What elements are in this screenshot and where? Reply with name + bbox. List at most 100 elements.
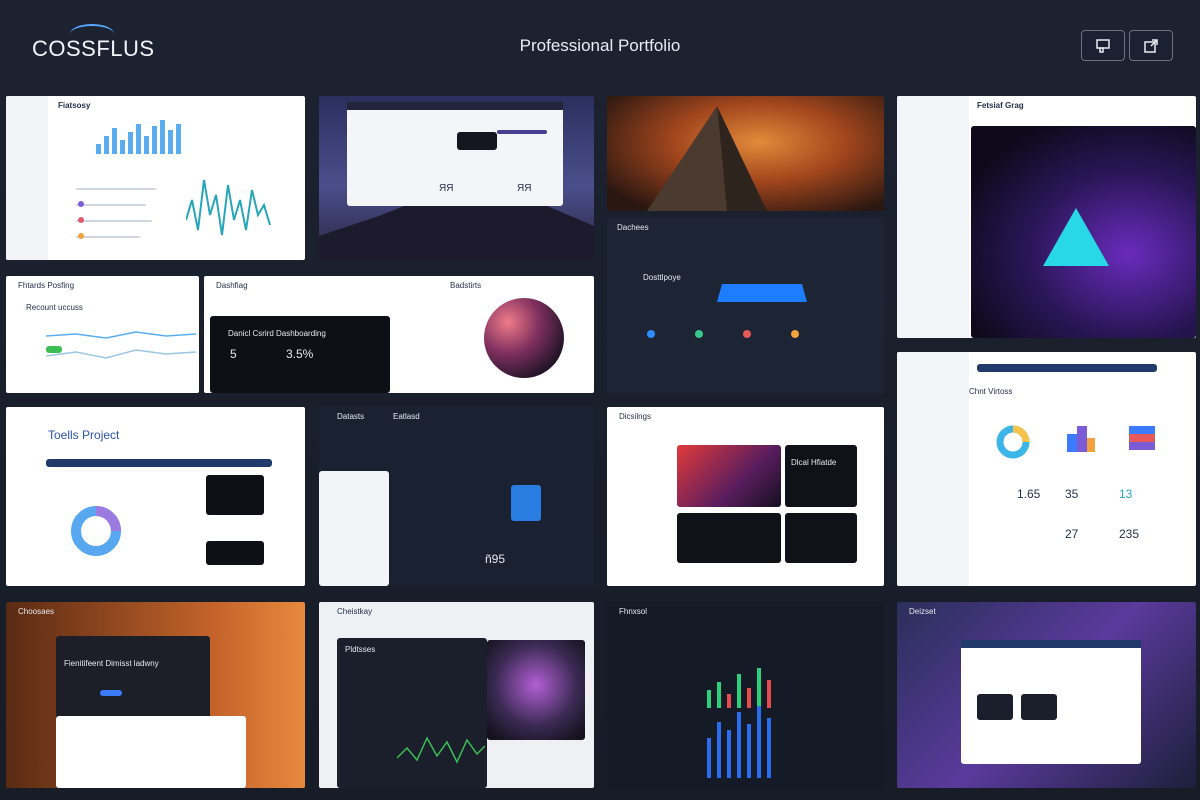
dashboard-window: ЯЯ ЯЯ (347, 102, 563, 206)
top-bar (46, 459, 272, 467)
image-card (977, 694, 1013, 720)
wave-panel (971, 126, 1196, 338)
dark-panel: Danicl Csrird Dashboarding 5 3.5% (210, 316, 390, 393)
tile-label: Fhtards Posfing (18, 281, 75, 290)
dark-panel (677, 513, 781, 563)
tile-sidebar (6, 96, 48, 260)
portfolio-tile-choosaes[interactable]: Choosaes Fienitifeent Dimisst ladwny (6, 602, 305, 788)
chart-bar (168, 130, 173, 154)
portfolio-tile-deizset[interactable]: Deizset (897, 602, 1196, 788)
chart-bar (96, 144, 101, 154)
chart-bar (176, 124, 181, 154)
chart-bar (136, 124, 141, 154)
chart-bar (707, 738, 711, 778)
portfolio-tile-wave-dashboard[interactable]: Fetsiaf Grag (897, 96, 1196, 338)
portfolio-tile-dashfiag[interactable]: Dashfiag Danicl Csrird Dashboarding 5 3.… (204, 276, 594, 393)
metric-value: ЯЯ (517, 183, 532, 194)
chart-bar (737, 674, 741, 708)
chart-bar (717, 722, 721, 778)
export-icon (1144, 38, 1158, 53)
portfolio-tile-dark-app[interactable]: Dachees Dosttlpoye (607, 218, 884, 393)
status-dot (78, 201, 84, 207)
portfolio-tile-fhnxsol[interactable]: Fhnxsol (607, 602, 884, 788)
gem-illustration (487, 640, 585, 740)
metric-value: 27 (1065, 527, 1079, 541)
layers-icon (1129, 426, 1155, 450)
top-bar (977, 364, 1157, 372)
portfolio-tile-datasts[interactable]: Datasts Eatlasd ñ95 (319, 407, 594, 586)
list-row (76, 220, 152, 222)
neon-triangle (1043, 208, 1109, 266)
metric-value: 13 (1119, 487, 1133, 501)
tile-sub: Recount uccuss (26, 303, 83, 312)
chart-bar (757, 668, 761, 708)
tile-label: Toells Project (48, 428, 120, 442)
dark-panel (206, 475, 264, 515)
portfolio-tile-dicsilngs[interactable]: Dicsilngs Dlcal Hfiatde (607, 407, 884, 586)
3d-card-illustration (717, 284, 807, 302)
list-row (76, 236, 140, 238)
metric-value: 3.5% (286, 347, 314, 361)
panel-title: Danicl Csrird Dashboarding (228, 329, 326, 338)
metric-value: 35 (1065, 487, 1079, 501)
metric-value: ЯЯ (439, 183, 454, 194)
portfolio-tile-mountain-dashboard[interactable]: ЯЯ ЯЯ (319, 96, 594, 260)
tile-label: Deizset (909, 607, 936, 616)
chart-bar (152, 126, 157, 154)
panel-title: Fienitifeent Dimisst ladwny (64, 659, 159, 668)
app-icon (695, 330, 703, 338)
blue-feature-card (511, 485, 541, 521)
app-icon (647, 330, 655, 338)
donut-chart (996, 425, 1030, 459)
layout-button[interactable] (1081, 30, 1125, 61)
chart-bar (767, 680, 771, 708)
portfolio-tile-toells-project[interactable]: Toells Project (6, 407, 305, 586)
panel-sub: Pldtsses (345, 645, 376, 654)
tile-label: Cheistkay (337, 607, 373, 616)
portfolio-tile-analytics[interactable]: Fiatsosy (6, 96, 305, 260)
page-title: Professional Portfolio (519, 36, 681, 55)
donut-chart (71, 506, 121, 556)
status-pill (46, 346, 62, 353)
dark-panel (457, 132, 497, 150)
portfolio-tile-cheistkay[interactable]: Cheistkay Pldtsses (319, 602, 594, 788)
tile-sidebar (897, 352, 969, 586)
dark-panel: Fienitifeent Dimisst ladwny (56, 636, 210, 722)
tile-label: Datasts (337, 412, 365, 421)
layout-icon (1096, 38, 1110, 53)
tile-label: Dicsilngs (619, 412, 652, 421)
tile-sub: Dosttlpoye (643, 273, 681, 282)
tile-side-label: Badstirts (450, 281, 482, 290)
chart-bar (128, 132, 133, 154)
wave-card (677, 445, 781, 507)
portfolio-tile-charts[interactable]: Chnt Virtoss 1.65 35 13 27 235 (897, 352, 1196, 586)
dark-panel: Pldtsses (337, 638, 487, 788)
cta-button (100, 690, 122, 696)
app-icon (791, 330, 799, 338)
tile-label: Dashfiag (216, 281, 248, 290)
portfolio-tile-posting[interactable]: Fhtards Posfing Recount uccuss (6, 276, 199, 393)
export-button[interactable] (1129, 30, 1173, 61)
status-dot (78, 233, 84, 239)
list-row (76, 204, 146, 206)
tile-label: Fetsiaf Grag (977, 101, 1024, 110)
chart-bar (717, 682, 721, 708)
portfolio-tile-skyscraper[interactable] (607, 96, 884, 211)
tile-label: Chnt Virtoss (969, 387, 1013, 396)
panel-sub: Dlcal Hfiatde (791, 458, 837, 467)
chart-bar (747, 688, 751, 708)
tile-sidebar (897, 96, 969, 338)
metric-value: 235 (1119, 527, 1140, 541)
status-dot (78, 217, 84, 223)
chart-bar (747, 724, 751, 778)
white-panel (56, 716, 246, 788)
chart-bar (727, 694, 731, 708)
image-card (1021, 694, 1057, 720)
app-header: COSSFLUS Professional Portfolio (0, 0, 1200, 90)
sphere-illustration (484, 298, 564, 378)
dark-panel: Dlcal Hfiatde (785, 445, 857, 507)
tile-label: Choosaes (18, 607, 55, 616)
chart-bar (767, 718, 771, 778)
list-row (76, 188, 156, 190)
chart-bar (757, 706, 761, 778)
